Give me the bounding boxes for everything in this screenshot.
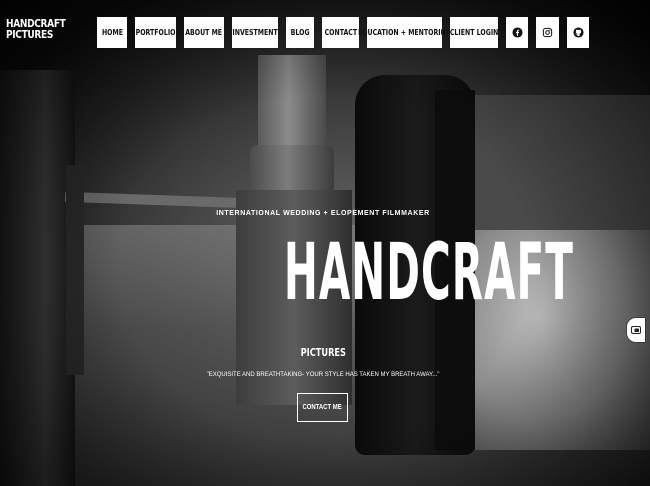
nav-investment-label: INVESTMENT xyxy=(232,28,278,37)
hero-subhead: PICTURES xyxy=(270,346,376,359)
hero-headline: HANDCRAFT xyxy=(150,228,573,318)
hero-headline-text: HANDCRAFT xyxy=(283,228,574,318)
nav-blog[interactable]: BLOG xyxy=(286,17,314,48)
facebook-icon xyxy=(511,27,523,38)
instagram-link[interactable] xyxy=(536,17,559,48)
logo-line-2: PICTURES xyxy=(6,28,54,41)
floating-capture-widget[interactable] xyxy=(627,318,645,342)
nav-education-mentoring[interactable]: EDUCATION + MENTORING xyxy=(358,17,451,48)
nav-home-label: HOME xyxy=(101,28,123,37)
nav-home[interactable]: HOME xyxy=(97,17,127,48)
nav-portfolio-label: PORTFOLIO xyxy=(135,28,176,37)
hero-eyebrow: INTERNATIONAL WEDDING + ELOPEMENT FILMMA… xyxy=(216,210,430,217)
nav-portfolio[interactable]: PORTFOLIO xyxy=(135,17,176,48)
instagram-icon xyxy=(542,27,553,38)
hero-subhead-text: PICTURES xyxy=(300,346,346,359)
hero-quote: "EXQUISITE AND BREATHTAKING- YOUR STYLE … xyxy=(206,372,440,378)
nav-about-me-label: ABOUT ME xyxy=(185,28,223,37)
nav-client-login[interactable]: CLIENT LOGIN xyxy=(450,17,498,48)
facebook-link[interactable] xyxy=(506,17,528,48)
nav-contact-label: CONTACT xyxy=(324,28,357,37)
contact-me-label: CONTACT ME xyxy=(302,404,343,411)
contact-me-button[interactable]: CONTACT ME xyxy=(297,393,348,422)
site-logo[interactable]: HANDCRAFT PICTURES xyxy=(6,18,66,41)
nav-education-mentoring-label: EDUCATION + MENTORING xyxy=(358,28,451,37)
screenshot-capture-icon xyxy=(631,326,641,334)
nav-contact[interactable]: CONTACT xyxy=(322,17,359,48)
nav-client-login-label: CLIENT LOGIN xyxy=(449,28,499,37)
github-link[interactable] xyxy=(567,17,589,48)
nav-about-me[interactable]: ABOUT ME xyxy=(184,17,224,48)
nav-blog-label: BLOG xyxy=(290,28,310,37)
github-icon xyxy=(572,27,584,38)
nav-investment[interactable]: INVESTMENT xyxy=(232,17,278,48)
